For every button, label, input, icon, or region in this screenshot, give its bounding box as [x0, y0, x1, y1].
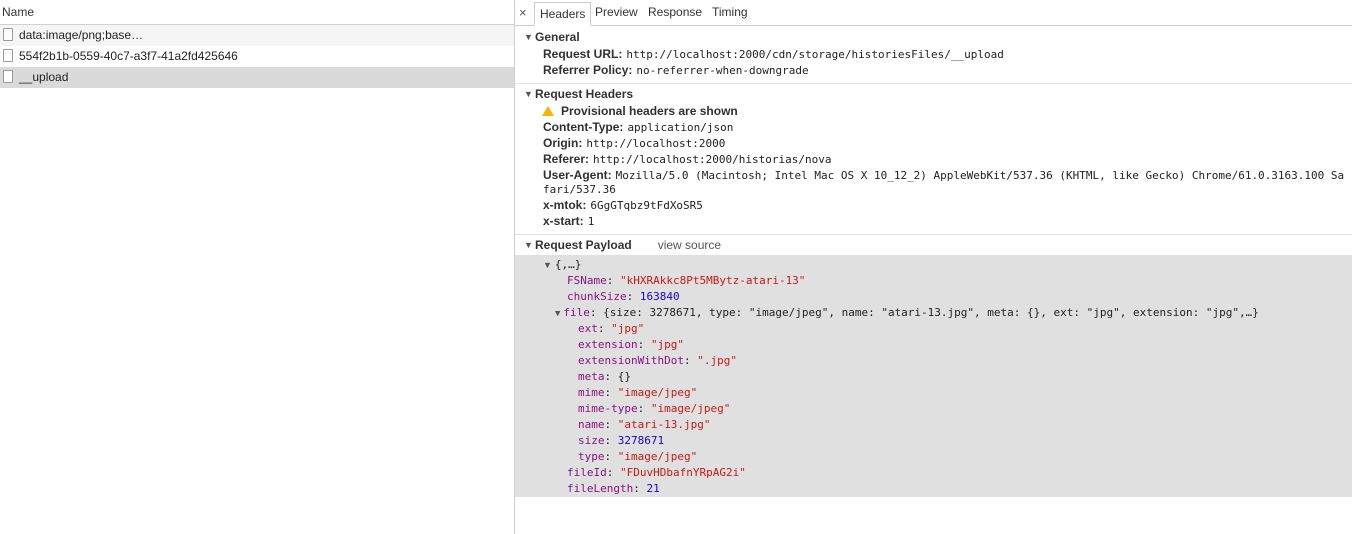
close-icon[interactable]: ×: [519, 5, 527, 20]
file-icon: [3, 70, 13, 83]
content-type-value: application/json: [627, 121, 734, 134]
tab-timing[interactable]: Timing: [712, 5, 748, 19]
origin-row: Origin: http://localhost:2000: [543, 135, 725, 152]
payload-node-name: name: "atari-13.jpg": [578, 418, 711, 431]
payload-node-filelength: fileLength: 21: [567, 482, 660, 495]
x-start-value: 1: [587, 215, 595, 228]
section-divider: [515, 83, 1352, 84]
request-payload-section-header[interactable]: ▼ Request Payload view source: [515, 236, 1352, 254]
user-agent-row: User-Agent: Mozilla/5.0 (Macintosh; Intel…: [543, 167, 1344, 184]
x-start-label: x-start:: [543, 214, 584, 228]
expand-triangle-icon[interactable]: ▼: [555, 309, 560, 319]
general-section-header[interactable]: ▼ General: [515, 28, 1352, 46]
expand-triangle-icon[interactable]: ▼: [543, 260, 552, 270]
provisional-warning: Provisional headers are shown: [542, 103, 738, 119]
payload-node-ext: ext: "jpg": [578, 322, 645, 335]
referrer-policy-value: no-referrer-when-downgrade: [636, 64, 809, 77]
details-tab-bar: × Headers Preview Response Timing: [515, 0, 1352, 26]
referer-row: Referer: http://localhost:2000/historias/…: [543, 151, 831, 168]
collapse-triangle-icon[interactable]: ▼: [524, 85, 533, 103]
warning-icon: [542, 106, 554, 116]
request-url-row: Request URL: http://localhost:2000/cdn/st…: [543, 46, 1004, 63]
view-source-link[interactable]: view source: [658, 238, 721, 252]
request-name: __upload: [19, 70, 69, 84]
payload-root-node[interactable]: ▼ {,…}: [543, 256, 581, 273]
payload-tree: ▼ {,…} FSName: "kHXRAkkc8Pt5MBytz-atari-1…: [515, 255, 1352, 497]
file-icon: [3, 28, 13, 41]
origin-label: Origin:: [543, 136, 583, 150]
request-details-panel: × Headers Preview Response Timing ▼ Gener…: [515, 0, 1352, 534]
request-list-panel: Name data:image/png;base… 554f2b1b-0559-…: [0, 0, 515, 534]
payload-node-meta: meta: {}: [578, 370, 631, 383]
payload-node-fileid: fileId: "FDuvHDbafnYRpAG2i": [567, 466, 746, 479]
payload-root-summary: {,…}: [554, 258, 582, 271]
payload-node-type: type: "image/jpeg": [578, 450, 698, 463]
request-headers-section-header[interactable]: ▼ Request Headers: [515, 85, 1352, 103]
origin-value: http://localhost:2000: [586, 137, 726, 150]
referrer-policy-label: Referrer Policy:: [543, 63, 633, 77]
tab-headers[interactable]: Headers: [534, 2, 592, 26]
x-mtok-value: 6GgGTqbz9tFdXoSR5: [590, 199, 703, 212]
payload-node-file[interactable]: ▼ file: {size: 3278671, type: "image/jpeg…: [555, 305, 1259, 322]
section-divider: [515, 234, 1352, 235]
general-title: General: [535, 30, 580, 44]
name-column-label: Name: [2, 5, 35, 19]
referer-label: Referer:: [543, 152, 590, 166]
referer-value: http://localhost:2000/historias/nova: [593, 153, 832, 166]
payload-node-mime-type: mime-type: "image/jpeg": [578, 402, 731, 415]
request-url-label: Request URL:: [543, 47, 623, 61]
tab-response[interactable]: Response: [648, 5, 702, 19]
payload-node-chunksize: chunkSize: 163840: [567, 290, 680, 303]
request-payload-title: Request Payload: [535, 238, 632, 252]
user-agent-label: User-Agent:: [543, 168, 612, 182]
collapse-triangle-icon[interactable]: ▼: [524, 236, 533, 254]
request-row[interactable]: data:image/png;base…: [0, 25, 514, 46]
request-name: 554f2b1b-0559-40c7-a3f7-41a2fd425646: [19, 49, 238, 63]
request-name: data:image/png;base…: [19, 28, 144, 42]
payload-node-extension-with-dot: extensionWithDot: ".jpg": [578, 354, 737, 367]
user-agent-value: Mozilla/5.0 (Macintosh; Intel Mac OS X 1…: [615, 169, 1345, 182]
referrer-policy-row: Referrer Policy: no-referrer-when-downgra…: [543, 62, 809, 79]
payload-node-mime: mime: "image/jpeg": [578, 386, 698, 399]
tab-preview[interactable]: Preview: [595, 5, 638, 19]
request-row-selected[interactable]: __upload: [0, 67, 514, 88]
provisional-text: Provisional headers are shown: [561, 104, 738, 118]
payload-node-size: size: 3278671: [578, 434, 665, 447]
x-start-row: x-start: 1: [543, 213, 594, 230]
collapse-triangle-icon[interactable]: ▼: [524, 28, 533, 46]
content-type-row: Content-Type: application/json: [543, 119, 733, 136]
x-mtok-label: x-mtok:: [543, 198, 587, 212]
content-type-label: Content-Type:: [543, 120, 624, 134]
file-icon: [3, 49, 13, 62]
payload-node-fsname: FSName: "kHXRAkkc8Pt5MBytz-atari-13": [567, 274, 806, 287]
request-row[interactable]: 554f2b1b-0559-40c7-a3f7-41a2fd425646: [0, 46, 514, 67]
name-column-header[interactable]: Name: [0, 0, 514, 25]
x-mtok-row: x-mtok: 6GgGTqbz9tFdXoSR5: [543, 197, 703, 214]
user-agent-wrap: fari/537.36: [543, 183, 616, 196]
payload-node-extension: extension: "jpg": [578, 338, 684, 351]
request-url-value: http://localhost:2000/cdn/storage/histor…: [626, 48, 1004, 61]
request-headers-title: Request Headers: [535, 87, 634, 101]
